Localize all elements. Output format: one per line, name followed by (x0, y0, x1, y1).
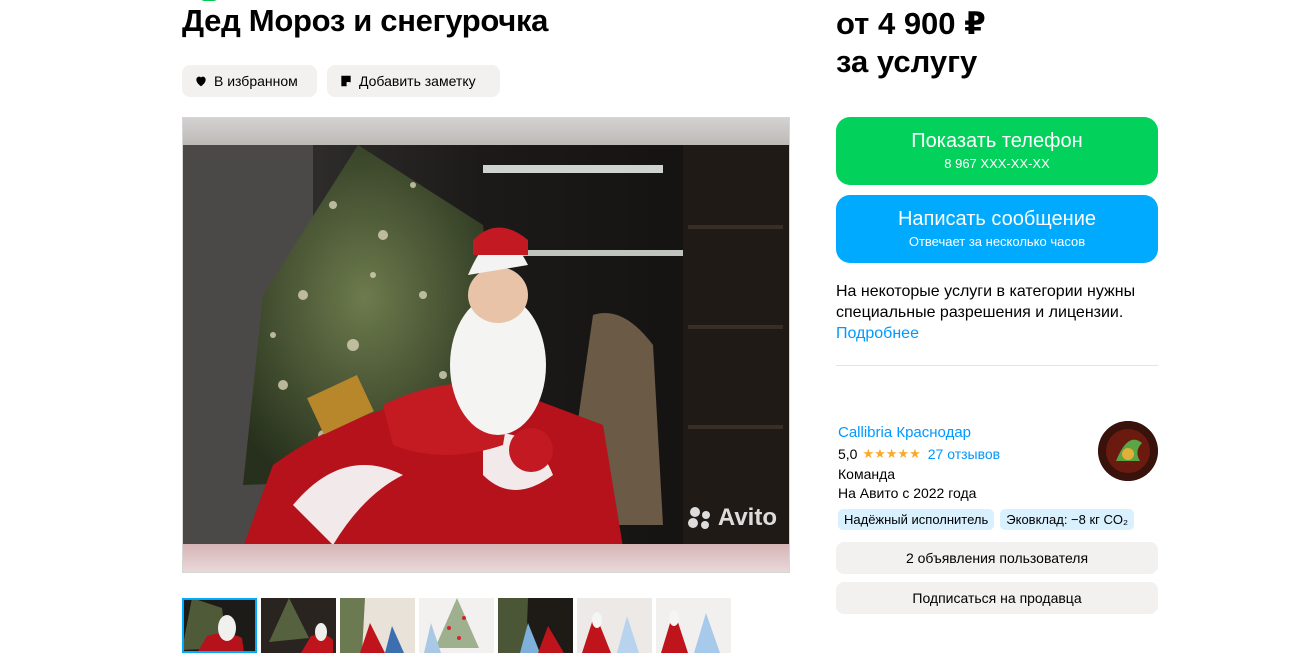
price-unit: за услугу (836, 44, 978, 79)
response-time: Отвечает за несколько часов (908, 234, 1086, 249)
thumbnail[interactable] (182, 598, 257, 653)
show-phone-label: Показать телефон (911, 130, 1083, 152)
seller-avatar[interactable] (1098, 421, 1158, 481)
thumbnail[interactable] (498, 598, 573, 653)
star-icons: ★★★★★ (862, 446, 921, 461)
thumbnail-strip (182, 598, 731, 653)
thumbnail[interactable] (340, 598, 415, 653)
subscribe-button[interactable]: Подписаться на продавца (836, 582, 1158, 614)
main-photo[interactable] (183, 145, 789, 547)
seller-rating: 5,0 ★★★★★ 27 отзывов (838, 446, 1000, 462)
thumbnail[interactable] (261, 598, 336, 653)
watermark-text: Avito (717, 504, 777, 531)
badge-reliable: Надёжный исполнитель (838, 509, 995, 530)
user-ads-button[interactable]: 2 объявления пользователя (836, 542, 1158, 574)
heart-icon (194, 74, 208, 88)
note-icon (339, 74, 353, 88)
notice-text: На некоторые услуги в категории нужны сп… (836, 283, 1136, 321)
phone-masked: 8 967 XXX-XX-XX (944, 156, 1050, 171)
top-accent-tab (200, 0, 218, 1)
thumbnail[interactable] (419, 598, 494, 653)
badge-eco: Эковклад: −8 кг CO₂ (1000, 509, 1135, 530)
favorite-button[interactable]: В избранном (182, 65, 317, 97)
photo-gallery[interactable]: Avito (182, 117, 790, 573)
divider (836, 365, 1158, 366)
seller-type: Команда (838, 466, 896, 482)
thumbnail[interactable] (656, 598, 731, 653)
write-message-label: Написать сообщение (897, 208, 1096, 230)
gallery-blur-top (183, 118, 789, 146)
seller-badges: Надёжный исполнитель Эковклад: −8 кг CO₂ (838, 509, 1135, 530)
more-link[interactable]: Подробнее (836, 323, 1166, 344)
gallery-blur-bottom (183, 544, 789, 572)
price-value: от 4 900 ₽ (836, 6, 986, 41)
write-message-button[interactable]: Написать сообщение Отвечает за несколько… (836, 195, 1158, 263)
add-note-label: Добавить заметку (359, 73, 476, 89)
price: от 4 900 ₽ за услугу (836, 5, 986, 81)
page-title: Дед Мороз и снегурочка (182, 3, 549, 38)
favorite-label: В избранном (214, 73, 298, 89)
add-note-button[interactable]: Добавить заметку (327, 65, 500, 97)
license-notice: На некоторые услуги в категории нужны сп… (836, 281, 1166, 344)
rating-value: 5,0 (838, 446, 858, 462)
seller-name-link[interactable]: Callibria Краснодар (838, 424, 971, 441)
avito-logo-icon (687, 507, 710, 529)
avito-watermark: Avito (687, 504, 777, 532)
show-phone-button[interactable]: Показать телефон 8 967 XXX-XX-XX (836, 117, 1158, 185)
thumbnail[interactable] (577, 598, 652, 653)
seller-since: На Авито с 2022 года (838, 485, 977, 501)
reviews-link[interactable]: 27 отзывов (928, 446, 1000, 462)
